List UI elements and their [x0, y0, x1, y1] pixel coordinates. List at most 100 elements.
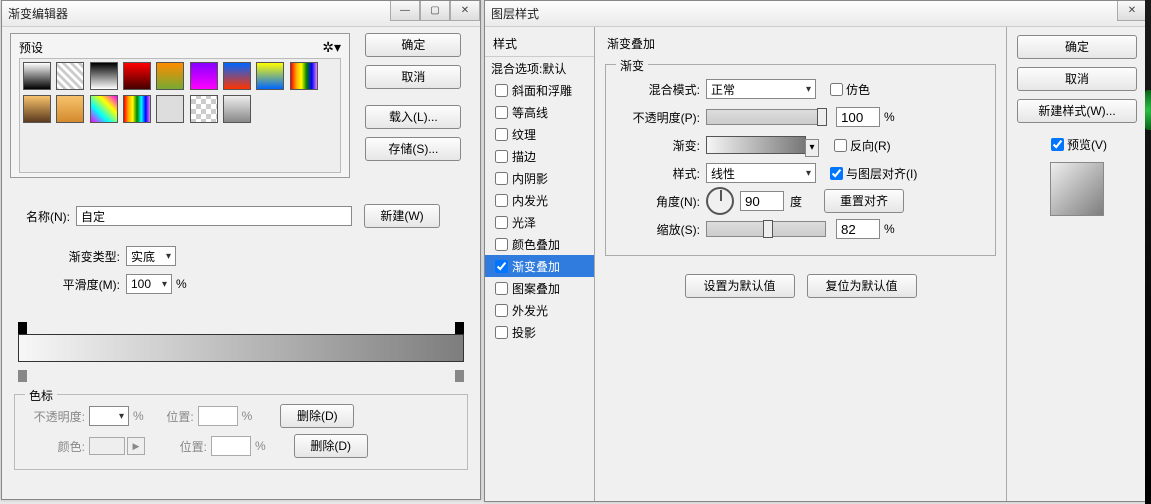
style-checkbox[interactable]: [495, 106, 508, 119]
style-item-2[interactable]: 纹理: [485, 123, 594, 145]
blend-options-item[interactable]: 混合选项:默认: [485, 57, 594, 79]
color-stop[interactable]: [455, 370, 464, 382]
preset-swatch[interactable]: [56, 95, 84, 123]
scale-slider[interactable]: [706, 221, 826, 237]
preset-swatch[interactable]: [223, 62, 251, 90]
reverse-checkbox[interactable]: 反向(R): [830, 136, 891, 155]
preset-swatch[interactable]: [256, 62, 284, 90]
style-checkbox[interactable]: [495, 216, 508, 229]
close-button[interactable]: ✕: [450, 1, 480, 21]
cancel-button[interactable]: 取消: [1017, 67, 1137, 91]
minimize-button[interactable]: —: [390, 1, 420, 21]
stop-location-input[interactable]: [198, 406, 238, 426]
style-checkbox[interactable]: [495, 326, 508, 339]
preset-swatch[interactable]: [290, 62, 318, 90]
style-select[interactable]: 线性: [706, 163, 816, 183]
scale-value[interactable]: [836, 219, 880, 239]
color-stop[interactable]: [18, 370, 27, 382]
style-checkbox[interactable]: [495, 304, 508, 317]
gradient-picker[interactable]: [706, 136, 806, 154]
ok-button[interactable]: 确定: [1017, 35, 1137, 59]
preset-swatch[interactable]: [23, 62, 51, 90]
preset-swatch[interactable]: [23, 95, 51, 123]
opacity-stop[interactable]: [18, 322, 27, 334]
gear-icon[interactable]: ✲▾: [322, 39, 341, 56]
preset-swatch[interactable]: [156, 62, 184, 90]
set-default-button[interactable]: 设置为默认值: [685, 274, 795, 298]
style-item-0[interactable]: 斜面和浮雕: [485, 79, 594, 101]
style-item-10[interactable]: 外发光: [485, 299, 594, 321]
new-style-button[interactable]: 新建样式(W)...: [1017, 99, 1137, 123]
style-checkbox[interactable]: [495, 172, 508, 185]
style-checkbox[interactable]: [495, 128, 508, 141]
reset-align-button[interactable]: 重置对齐: [824, 189, 904, 213]
style-item-4[interactable]: 内阴影: [485, 167, 594, 189]
app-sidebar: [1145, 0, 1151, 504]
delete-stop-button[interactable]: 删除(D): [280, 404, 354, 428]
style-checkbox[interactable]: [495, 260, 508, 273]
titlebar[interactable]: 渐变编辑器 — ▢ ✕: [2, 1, 480, 27]
style-label: 内阴影: [512, 170, 548, 187]
style-item-11[interactable]: 投影: [485, 321, 594, 343]
style-checkbox[interactable]: [495, 150, 508, 163]
stop-color-box[interactable]: [89, 437, 125, 455]
opacity-stop[interactable]: [455, 322, 464, 334]
style-checkbox[interactable]: [495, 238, 508, 251]
style-label: 渐变叠加: [512, 258, 560, 275]
opacity-value[interactable]: [836, 107, 880, 127]
style-checkbox[interactable]: [495, 282, 508, 295]
preset-swatch[interactable]: [156, 95, 184, 123]
style-checkbox[interactable]: [495, 84, 508, 97]
preset-swatch[interactable]: [90, 62, 118, 90]
preset-swatch[interactable]: [56, 62, 84, 90]
style-item-1[interactable]: 等高线: [485, 101, 594, 123]
stop-location-input[interactable]: [211, 436, 251, 456]
delete-stop-button[interactable]: 删除(D): [294, 434, 368, 458]
name-input[interactable]: [76, 206, 352, 226]
scale-label: 缩放(S):: [618, 221, 700, 238]
gradient-bar[interactable]: [18, 322, 464, 382]
cancel-button[interactable]: 取消: [365, 65, 461, 89]
style-label: 图案叠加: [512, 280, 560, 297]
gradient-label: 渐变:: [618, 137, 700, 154]
style-item-7[interactable]: 颜色叠加: [485, 233, 594, 255]
preset-swatch[interactable]: [190, 62, 218, 90]
dither-checkbox[interactable]: 仿色: [826, 80, 870, 99]
gradtype-select[interactable]: 实底: [126, 246, 176, 266]
reset-default-button[interactable]: 复位为默认值: [807, 274, 917, 298]
opacity-label: 不透明度(P):: [618, 109, 700, 126]
blendmode-select[interactable]: 正常: [706, 79, 816, 99]
align-checkbox[interactable]: 与图层对齐(I): [826, 164, 917, 183]
color-dropdown-icon[interactable]: ▶: [127, 437, 145, 455]
styles-list: 样式 混合选项:默认 斜面和浮雕等高线纹理描边内阴影内发光光泽颜色叠加渐变叠加图…: [485, 27, 595, 501]
style-item-9[interactable]: 图案叠加: [485, 277, 594, 299]
preset-swatch[interactable]: [223, 95, 251, 123]
style-item-3[interactable]: 描边: [485, 145, 594, 167]
style-item-6[interactable]: 光泽: [485, 211, 594, 233]
presets-grid[interactable]: [19, 58, 341, 173]
style-label: 内发光: [512, 192, 548, 209]
stop-opacity-input[interactable]: [89, 406, 129, 426]
preset-swatch[interactable]: [123, 62, 151, 90]
preview-checkbox[interactable]: 预览(V): [1047, 135, 1107, 154]
style-item-8[interactable]: 渐变叠加: [485, 255, 594, 277]
style-item-5[interactable]: 内发光: [485, 189, 594, 211]
maximize-button[interactable]: ▢: [420, 1, 450, 21]
preset-swatch[interactable]: [123, 95, 151, 123]
new-button[interactable]: 新建(W): [364, 204, 440, 228]
smooth-input[interactable]: 100: [126, 274, 172, 294]
angle-dial[interactable]: [706, 187, 734, 215]
preset-swatch[interactable]: [190, 95, 218, 123]
preset-swatch[interactable]: [90, 95, 118, 123]
style-checkbox[interactable]: [495, 194, 508, 207]
titlebar[interactable]: 图层样式 ✕: [485, 1, 1147, 27]
close-button[interactable]: ✕: [1117, 1, 1147, 21]
load-button[interactable]: 载入(L)...: [365, 105, 461, 129]
opacity-slider[interactable]: [706, 109, 826, 125]
layer-style-window: 图层样式 ✕ 样式 混合选项:默认 斜面和浮雕等高线纹理描边内阴影内发光光泽颜色…: [484, 0, 1148, 502]
style-label: 外发光: [512, 302, 548, 319]
percent-label: %: [176, 277, 187, 291]
save-button[interactable]: 存储(S)...: [365, 137, 461, 161]
angle-value[interactable]: [740, 191, 784, 211]
ok-button[interactable]: 确定: [365, 33, 461, 57]
